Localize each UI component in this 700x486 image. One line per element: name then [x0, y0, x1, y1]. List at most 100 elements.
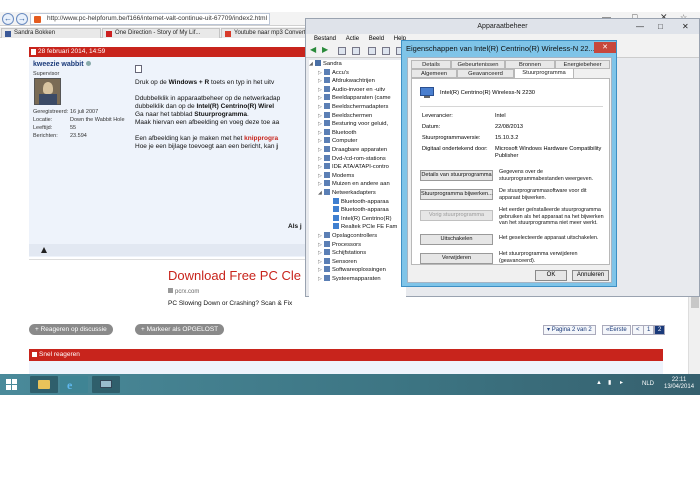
tree-item[interactable]: ▷ Beeldschermadapters — [318, 103, 388, 111]
user-info-location: Locatie: Down the Wabbit Hole — [33, 117, 125, 123]
tab-sandra[interactable]: Sandra Bokken — [1, 28, 101, 38]
cancel-button[interactable]: Annuleren — [572, 270, 609, 281]
tree-item[interactable]: ◢ Netwerkadapters — [318, 189, 376, 197]
tree-item[interactable]: Realtek PCIe FE Fam — [327, 223, 397, 231]
reply-thread-button[interactable]: + Reageren op discussie — [29, 324, 113, 335]
tab-gebeurtenissen[interactable]: Gebeurtenissen — [451, 60, 505, 69]
tab-one-direction[interactable]: One Direction - Story of My Lif... — [102, 28, 220, 38]
tree-item[interactable]: ▷ Computer — [318, 137, 357, 145]
dialog-title: Eigenschappen van Intel(R) Centrino(R) W… — [406, 44, 595, 53]
tab-label: Youtube naar mp3 Converter — [234, 30, 311, 36]
url-text: http://www.pc-helpforum.be/f166/internet… — [47, 15, 268, 22]
device-category-icon — [324, 275, 330, 281]
tree-item[interactable]: Intel(R) Centrino(R) — [327, 214, 392, 223]
quick-reply-bar[interactable]: Snel reageren — [29, 349, 663, 361]
ok-button[interactable]: OK — [535, 270, 567, 281]
device-tree[interactable]: ◢ Sandra ▷ Accu's ▷ Afdrukwachtrijen ▷ Audio-in… — [309, 60, 406, 297]
tree-item[interactable]: Bluetooth-apparaa — [327, 206, 389, 214]
tree-item[interactable]: ▷ Bluetooth — [318, 128, 357, 137]
tree-item[interactable]: ▷ Afdrukwachtrijen — [318, 77, 375, 85]
tree-item[interactable]: ▷ Sensoren — [318, 257, 357, 266]
tree-item[interactable]: Bluetooth-apparaa — [327, 197, 389, 206]
dm-back-icon[interactable]: ◀ — [310, 45, 318, 54]
username-link[interactable]: kweezie wabbit — [33, 61, 91, 68]
device-category-icon — [324, 189, 330, 195]
device-category-icon — [333, 223, 339, 230]
tray-battery-icon[interactable]: ▮ — [608, 380, 611, 387]
menu-beeld[interactable]: Beeld — [369, 36, 384, 42]
windows-start-icon[interactable] — [6, 379, 17, 390]
update-driver-button[interactable]: Stuurprogramma bijwerken... — [420, 189, 493, 200]
back-arrow-icon[interactable]: ← — [2, 13, 14, 25]
device-manager-taskbar-icon[interactable] — [92, 376, 120, 393]
tree-item[interactable]: ▷ Muizen en andere aan — [318, 180, 390, 188]
dm-forward-icon[interactable]: ▶ — [322, 45, 330, 54]
avatar[interactable] — [34, 78, 61, 105]
menu-bestand[interactable]: Bestand — [314, 36, 336, 42]
tree-item[interactable]: ▷ Beeldapparaten (came — [318, 94, 391, 102]
disable-device-button[interactable]: Uitschakelen — [420, 234, 493, 245]
tray-network-icon[interactable]: ▲ — [596, 380, 602, 387]
ad-site-icon — [168, 288, 173, 293]
driver-details-button[interactable]: Details van stuurprogramma — [420, 170, 493, 181]
clock[interactable]: 22:11 13/04/2014 — [664, 377, 694, 391]
tree-item[interactable]: ▷ Softwareoplossingen — [318, 266, 386, 274]
dm-scan-icon[interactable] — [382, 47, 390, 55]
dm-maximize-icon[interactable]: □ — [658, 19, 663, 34]
tree-item-label: Processors — [332, 241, 361, 248]
url-input[interactable]: http://www.pc-helpforum.be/f166/internet… — [30, 13, 270, 25]
tray-volume-icon[interactable]: ▸ — [620, 380, 623, 387]
ad-title[interactable]: Download Free PC Cle — [168, 268, 301, 283]
pager-prev-link[interactable]: < — [632, 325, 644, 335]
dm-close-icon[interactable]: ✕ — [682, 19, 689, 34]
tree-item-label: Bluetooth-apparaa — [341, 207, 389, 214]
language-indicator[interactable]: NLD — [642, 381, 654, 388]
tab-stuurprogramma[interactable]: Stuurprogramma — [514, 68, 574, 78]
tree-item-label: Beeldapparaten (came — [332, 95, 391, 102]
dialog-close-button[interactable]: ✕ — [594, 42, 616, 53]
prop-vendor-label: Leverancier: — [422, 113, 453, 119]
tree-item-label: Modems — [332, 172, 355, 179]
tab-details[interactable]: Details — [411, 60, 451, 69]
tree-item[interactable]: ▷ Opslagcontrollers — [318, 232, 377, 240]
tab-geavanceerd[interactable]: Geavanceerd — [457, 69, 514, 78]
device-category-icon — [324, 154, 330, 161]
tree-item[interactable]: ▷ Dvd-/cd-rom-stations — [318, 154, 386, 163]
internet-explorer-icon[interactable]: e — [60, 376, 88, 393]
dm-help-icon[interactable] — [368, 47, 376, 55]
tree-item[interactable]: ▷ Systeemapparaten — [318, 275, 381, 283]
tree-item[interactable]: ▷ IDE ATA/ATAPI-contro — [318, 163, 389, 171]
tree-item[interactable]: ◢ Sandra — [309, 60, 342, 68]
dm-properties-icon[interactable] — [352, 47, 360, 55]
tree-item-label: Sandra — [323, 61, 342, 67]
forward-arrow-icon[interactable]: → — [16, 13, 28, 25]
tree-item[interactable]: ▷ Beeldschermen — [318, 111, 372, 120]
tree-item[interactable]: ▷ Schijfstations — [318, 249, 366, 257]
pager-page-1[interactable]: 1 — [643, 325, 655, 335]
uninstall-driver-button[interactable]: Verwijderen — [420, 253, 493, 264]
dm-minimize-icon[interactable]: — — [636, 19, 644, 34]
pager-first-link[interactable]: «Eerste — [602, 325, 631, 335]
mark-solved-button[interactable]: + Markeer als OPGELOST — [135, 324, 225, 335]
file-explorer-icon[interactable] — [30, 376, 58, 393]
report-warning-icon[interactable] — [41, 247, 47, 253]
tree-item[interactable]: ▷ Besturing voor geluid, — [318, 120, 388, 128]
tab-youtube-mp3[interactable]: Youtube naar mp3 Converter — [221, 28, 316, 38]
tab-algemeen[interactable]: Algemeen — [411, 69, 457, 78]
advertisement[interactable]: Download Free PC Cle pcrx.com PC Slowing… — [29, 259, 309, 329]
pager-label[interactable]: ▾ Pagina 2 van 2 — [543, 325, 596, 335]
device-category-icon — [324, 68, 330, 75]
snipping-tool-link[interactable]: knipprogra — [244, 135, 278, 142]
prop-version-label: Stuurprogrammaversie: — [422, 135, 481, 141]
clock-time: 22:11 — [671, 377, 687, 383]
dm-tree-view-icon[interactable] — [338, 47, 346, 55]
tree-item[interactable]: ▷ Audio-invoer en -uitv — [318, 85, 385, 94]
tree-item[interactable]: ▷ Modems — [318, 171, 355, 180]
menu-actie[interactable]: Actie — [346, 36, 359, 42]
quick-reply-box[interactable] — [29, 361, 663, 375]
tree-item[interactable]: ▷ Processors — [318, 240, 361, 249]
post-message: Druk op de Windows + R toets en typ in h… — [135, 79, 281, 150]
tree-item[interactable]: ▷ Draagbare apparaten — [318, 146, 387, 154]
tree-item[interactable]: ▷ Accu's — [318, 68, 349, 77]
tree-item-label: Bluetooth-apparaa — [341, 198, 389, 205]
